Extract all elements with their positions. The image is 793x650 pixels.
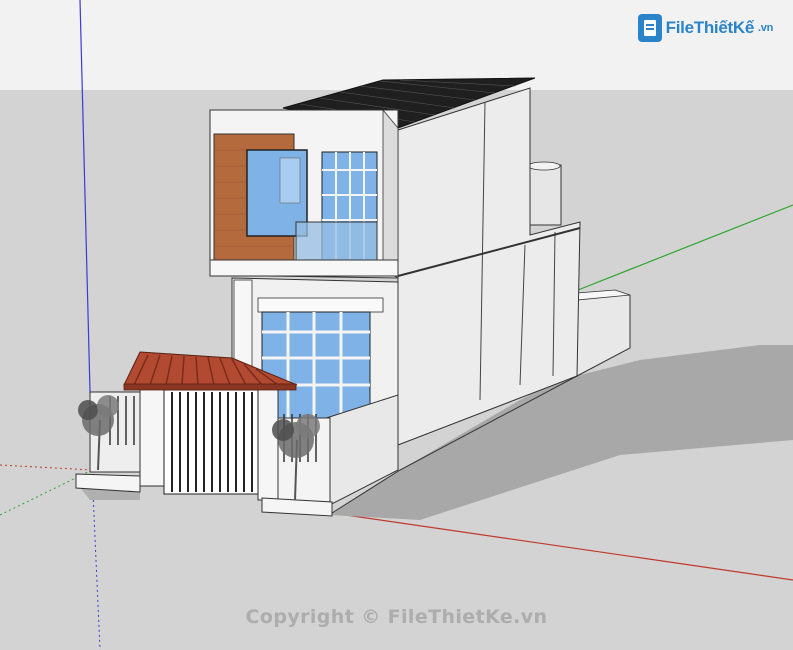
gate-pillar-left xyxy=(139,381,165,487)
upper-slab xyxy=(209,259,399,277)
gate-pillar-right xyxy=(257,381,279,501)
house-model-scene[interactable] xyxy=(0,0,793,650)
upper-left-window-inner xyxy=(279,157,301,204)
brand-logo: FileThiếtKế .vn xyxy=(637,12,773,44)
canopy-eave xyxy=(123,383,297,391)
water-tank-top xyxy=(527,161,561,171)
red-axis-dotted xyxy=(0,464,93,471)
logo-icon xyxy=(637,14,662,42)
logo-suffix: .vn xyxy=(758,22,773,34)
door-header xyxy=(257,297,384,313)
sketchup-viewport[interactable]: FileThiếtKế .vn Copyright © FileThietKe.… xyxy=(0,0,793,650)
green-axis xyxy=(577,204,793,291)
water-tank xyxy=(527,164,562,226)
rear-fence-wall xyxy=(576,292,631,377)
red-axis xyxy=(331,512,793,581)
copyright-watermark: Copyright © FileThietKe.vn xyxy=(245,606,548,628)
upper-frame-side xyxy=(382,108,399,279)
logo-text: FileThiếtKế xyxy=(665,18,755,37)
